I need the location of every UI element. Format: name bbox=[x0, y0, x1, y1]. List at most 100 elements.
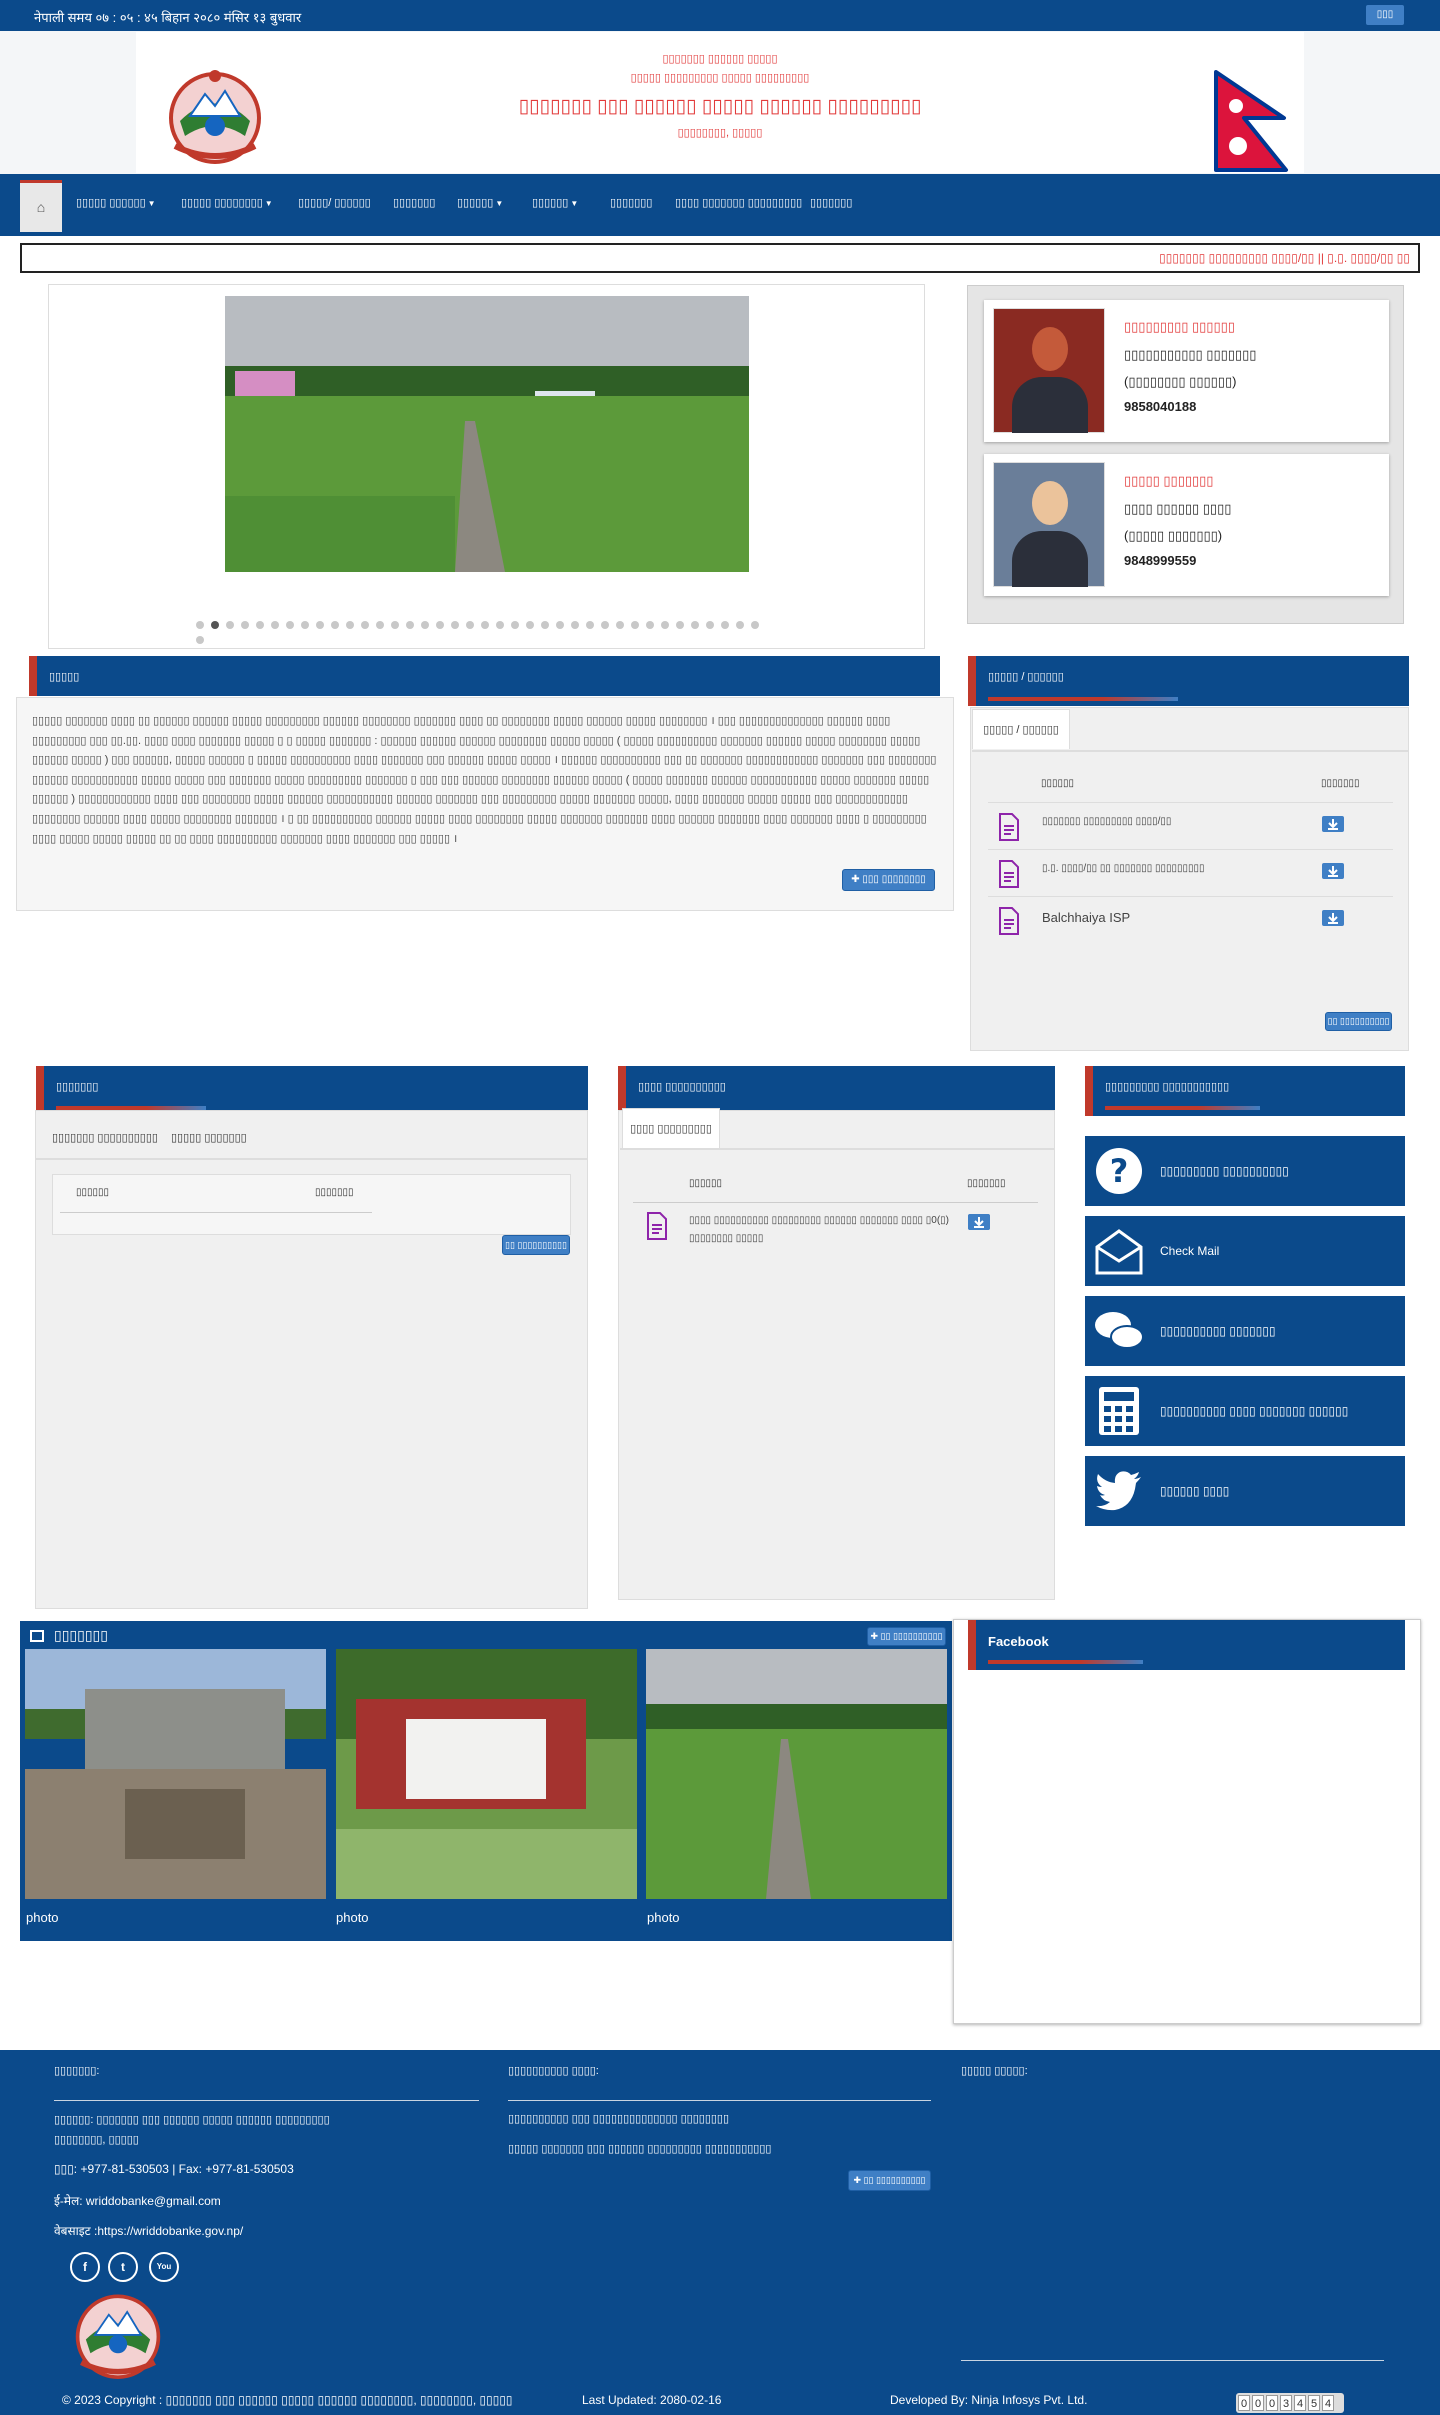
nav-item-7[interactable]: ▯▯▯▯ ▯▯▯▯▯▯▯ ▯▯▯▯▯▯▯▯▯ bbox=[675, 196, 802, 209]
slider-dot[interactable] bbox=[436, 621, 444, 629]
notice-title[interactable]: ▯▯▯▯▯▯▯ ▯▯▯▯▯▯▯▯▯ ▯▯▯▯/▯▯ bbox=[1042, 816, 1171, 827]
facebook-icon[interactable]: f bbox=[70, 2252, 100, 2282]
slider-dot[interactable] bbox=[346, 621, 354, 629]
gallery-image-1[interactable] bbox=[25, 1649, 326, 1899]
nav-item-4[interactable]: ▯▯▯▯▯▯ ▼ bbox=[457, 196, 503, 209]
slider-dot[interactable] bbox=[196, 621, 204, 629]
twitter-icon bbox=[1093, 1465, 1145, 1517]
slider-dot[interactable] bbox=[661, 621, 669, 629]
slider-dot[interactable] bbox=[646, 621, 654, 629]
slider-dot[interactable] bbox=[361, 621, 369, 629]
developer-credit[interactable]: Developed By: Ninja Infosys Pvt. Ltd. bbox=[890, 2393, 1087, 2407]
nav-item-1[interactable]: ▯▯▯▯▯ ▯▯▯▯▯▯▯▯ ▼ bbox=[181, 196, 273, 209]
nav-item-2[interactable]: ▯▯▯▯▯/ ▯▯▯▯▯▯ bbox=[298, 196, 371, 209]
ticker-text[interactable]: ▯▯▯▯▯▯▯ ▯▯▯▯▯▯▯▯▯ ▯▯▯▯/▯▯ || ▯.▯. ▯▯▯▯/▯… bbox=[1159, 251, 1410, 265]
slider-dot[interactable] bbox=[391, 621, 399, 629]
slider-dot[interactable] bbox=[556, 621, 564, 629]
slider-dot[interactable] bbox=[301, 621, 309, 629]
footer-website[interactable]: वेबसाइट :https://wriddobanke.gov.np/ bbox=[54, 2222, 243, 2239]
slider-image[interactable] bbox=[225, 296, 749, 572]
slider-dot[interactable] bbox=[721, 621, 729, 629]
footer-link-1[interactable]: ▯▯▯▯▯▯▯▯▯▯ ▯▯▯ ▯▯▯▯▯▯▯▯▯▯▯▯▯▯ ▯▯▯▯▯▯▯▯ bbox=[508, 2112, 729, 2125]
slider-dot[interactable] bbox=[691, 621, 699, 629]
nav-item-5[interactable]: ▯▯▯▯▯▯ ▼ bbox=[532, 196, 578, 209]
quick-link-1[interactable]: Check Mail bbox=[1085, 1216, 1405, 1286]
tab-activities-2[interactable]: ▯▯▯▯▯ ▯▯▯▯▯▯▯ bbox=[171, 1131, 247, 1144]
gallery-more-button[interactable]: ✚ ▯▯ ▯▯▯▯▯▯▯▯▯▯ bbox=[867, 1627, 946, 1646]
slider-dot[interactable] bbox=[676, 621, 684, 629]
language-button[interactable]: ▯▯▯ bbox=[1366, 5, 1404, 25]
slider-dot[interactable] bbox=[331, 621, 339, 629]
activities-all-button[interactable]: ▯▯ ▯▯▯▯▯▯▯▯▯▯ bbox=[502, 1235, 570, 1255]
slider-dot[interactable] bbox=[196, 636, 204, 644]
staff-photo bbox=[993, 308, 1105, 433]
notice-title[interactable]: Balchhaiya ISP bbox=[1042, 910, 1130, 925]
tab-activities-1[interactable]: ▯▯▯▯▯▯▯ ▯▯▯▯▯▯▯▯▯▯ bbox=[52, 1131, 158, 1144]
slider-dot[interactable] bbox=[571, 621, 579, 629]
slider-dot[interactable] bbox=[511, 621, 519, 629]
slider-dot[interactable] bbox=[376, 621, 384, 629]
notices-all-button[interactable]: ▯▯ ▯▯▯▯▯▯▯▯▯▯ bbox=[1325, 1012, 1392, 1031]
slider-dot[interactable] bbox=[601, 621, 609, 629]
download-icon[interactable] bbox=[968, 1214, 990, 1230]
quick-link-label: ▯▯▯▯▯▯▯▯▯▯ ▯▯▯▯ ▯▯▯▯▯▯▯ ▯▯▯▯▯▯ bbox=[1160, 1404, 1349, 1418]
download-icon[interactable] bbox=[1322, 816, 1344, 832]
quick-link-0[interactable]: ? ▯▯▯▯▯▯▯▯▯ ▯▯▯▯▯▯▯▯▯▯ bbox=[1085, 1136, 1405, 1206]
slider-dot[interactable] bbox=[736, 621, 744, 629]
slider-dot[interactable] bbox=[616, 621, 624, 629]
footer-link-2[interactable]: ▯▯▯▯▯ ▯▯▯▯▯▯▯ ▯▯▯ ▯▯▯▯▯▯ ▯▯▯▯▯▯▯▯▯ ▯▯▯▯▯… bbox=[508, 2142, 771, 2155]
slider-dot[interactable] bbox=[586, 621, 594, 629]
slider-dot[interactable] bbox=[451, 621, 459, 629]
slider-dot[interactable] bbox=[211, 621, 219, 629]
nepal-emblem-logo[interactable] bbox=[160, 66, 270, 164]
nav-item-label: ▯▯▯▯▯▯ bbox=[457, 197, 494, 209]
quick-link-label: Check Mail bbox=[1160, 1244, 1220, 1258]
slider-dot[interactable] bbox=[541, 621, 549, 629]
slider-dot[interactable] bbox=[256, 621, 264, 629]
gallery-image-2[interactable] bbox=[336, 1649, 637, 1899]
footer-links-button[interactable]: ✚ ▯▯ ▯▯▯▯▯▯▯▯▯▯ bbox=[848, 2170, 931, 2191]
download-icon[interactable] bbox=[1322, 863, 1344, 879]
quick-link-3[interactable]: ▯▯▯▯▯▯▯▯▯▯ ▯▯▯▯ ▯▯▯▯▯▯▯ ▯▯▯▯▯▯ bbox=[1085, 1376, 1405, 1446]
slider-dot[interactable] bbox=[271, 621, 279, 629]
nav-item-8[interactable]: ▯▯▯▯▯▯▯ bbox=[810, 196, 852, 209]
slider-dot[interactable] bbox=[286, 621, 294, 629]
footer-address-1: ▯▯▯▯▯▯: ▯▯▯▯▯▯▯ ▯▯▯ ▯▯▯▯▯▯ ▯▯▯▯▯ ▯▯▯▯▯▯ … bbox=[54, 2114, 330, 2126]
youtube-icon[interactable]: You bbox=[149, 2252, 179, 2282]
slider-dot[interactable] bbox=[526, 621, 534, 629]
counter-digit: 0 bbox=[1238, 2395, 1250, 2411]
tab-notices[interactable]: ▯▯▯▯▯ / ▯▯▯▯▯▯ bbox=[972, 709, 1070, 749]
gallery-image-3[interactable] bbox=[646, 1649, 947, 1899]
slider-dot[interactable] bbox=[316, 621, 324, 629]
nav-item-3[interactable]: ▯▯▯▯▯▯▯ bbox=[393, 196, 435, 209]
top-bar: नेपाली समय ०७ : ०५ : ४५ बिहान २०८० मंसिर… bbox=[0, 0, 1440, 31]
footer-map-title: ▯▯▯▯▯ ▯▯▯▯▯: bbox=[961, 2065, 1028, 2077]
slider-dot[interactable] bbox=[241, 621, 249, 629]
slider-dot[interactable] bbox=[466, 621, 474, 629]
quick-link-4[interactable]: ▯▯▯▯▯▯ ▯▯▯▯ bbox=[1085, 1456, 1405, 1526]
calculator-icon bbox=[1093, 1385, 1145, 1437]
slider-dot[interactable] bbox=[751, 621, 759, 629]
read-more-button[interactable]: ✚ ▯▯▯ ▯▯▯▯▯▯▯▯ bbox=[842, 869, 935, 891]
nav-item-6[interactable]: ▯▯▯▯▯▯▯ bbox=[610, 196, 652, 209]
footer-email[interactable]: ई-मेल: wriddobanke@gmail.com bbox=[54, 2192, 221, 2209]
slider-dot[interactable] bbox=[406, 621, 414, 629]
notice-title[interactable]: ▯.▯. ▯▯▯▯/▯▯ ▯▯ ▯▯▯▯▯▯▯ ▯▯▯▯▯▯▯▯▯ bbox=[1042, 863, 1205, 874]
tab-publications[interactable]: ▯▯▯▯ ▯▯▯▯▯▯▯▯▯ bbox=[622, 1108, 720, 1148]
quick-link-label: ▯▯▯▯▯▯▯▯▯▯ ▯▯▯▯▯▯▯ bbox=[1160, 1324, 1276, 1338]
staff-role: ▯▯▯▯▯▯▯▯▯ ▯▯▯▯▯▯ bbox=[1124, 319, 1235, 334]
news-ticker[interactable]: ▯▯▯▯▯▯▯ ▯▯▯▯▯▯▯▯▯ ▯▯▯▯/▯▯ || ▯.▯. ▯▯▯▯/▯… bbox=[20, 243, 1420, 273]
slider-dot[interactable] bbox=[631, 621, 639, 629]
twitter-icon[interactable]: t bbox=[108, 2252, 138, 2282]
activities-col-title: ▯▯▯▯▯▯ bbox=[76, 1187, 110, 1198]
quick-link-2[interactable]: ▯▯▯▯▯▯▯▯▯▯ ▯▯▯▯▯▯▯ bbox=[1085, 1296, 1405, 1366]
download-icon[interactable] bbox=[1322, 910, 1344, 926]
nav-item-0[interactable]: ▯▯▯▯▯ ▯▯▯▯▯▯ ▼ bbox=[76, 196, 156, 209]
home-icon[interactable]: ⌂ bbox=[20, 180, 62, 232]
publication-title[interactable]: ▯▯▯▯ ▯▯▯▯▯▯▯▯▯▯ ▯▯▯▯▯▯▯▯▯ ▯▯▯▯▯▯ ▯▯▯▯▯▯▯… bbox=[689, 1212, 949, 1248]
slider-dot[interactable] bbox=[421, 621, 429, 629]
slider-dot[interactable] bbox=[226, 621, 234, 629]
slider-dot[interactable] bbox=[496, 621, 504, 629]
slider-dot[interactable] bbox=[706, 621, 714, 629]
slider-dot[interactable] bbox=[481, 621, 489, 629]
